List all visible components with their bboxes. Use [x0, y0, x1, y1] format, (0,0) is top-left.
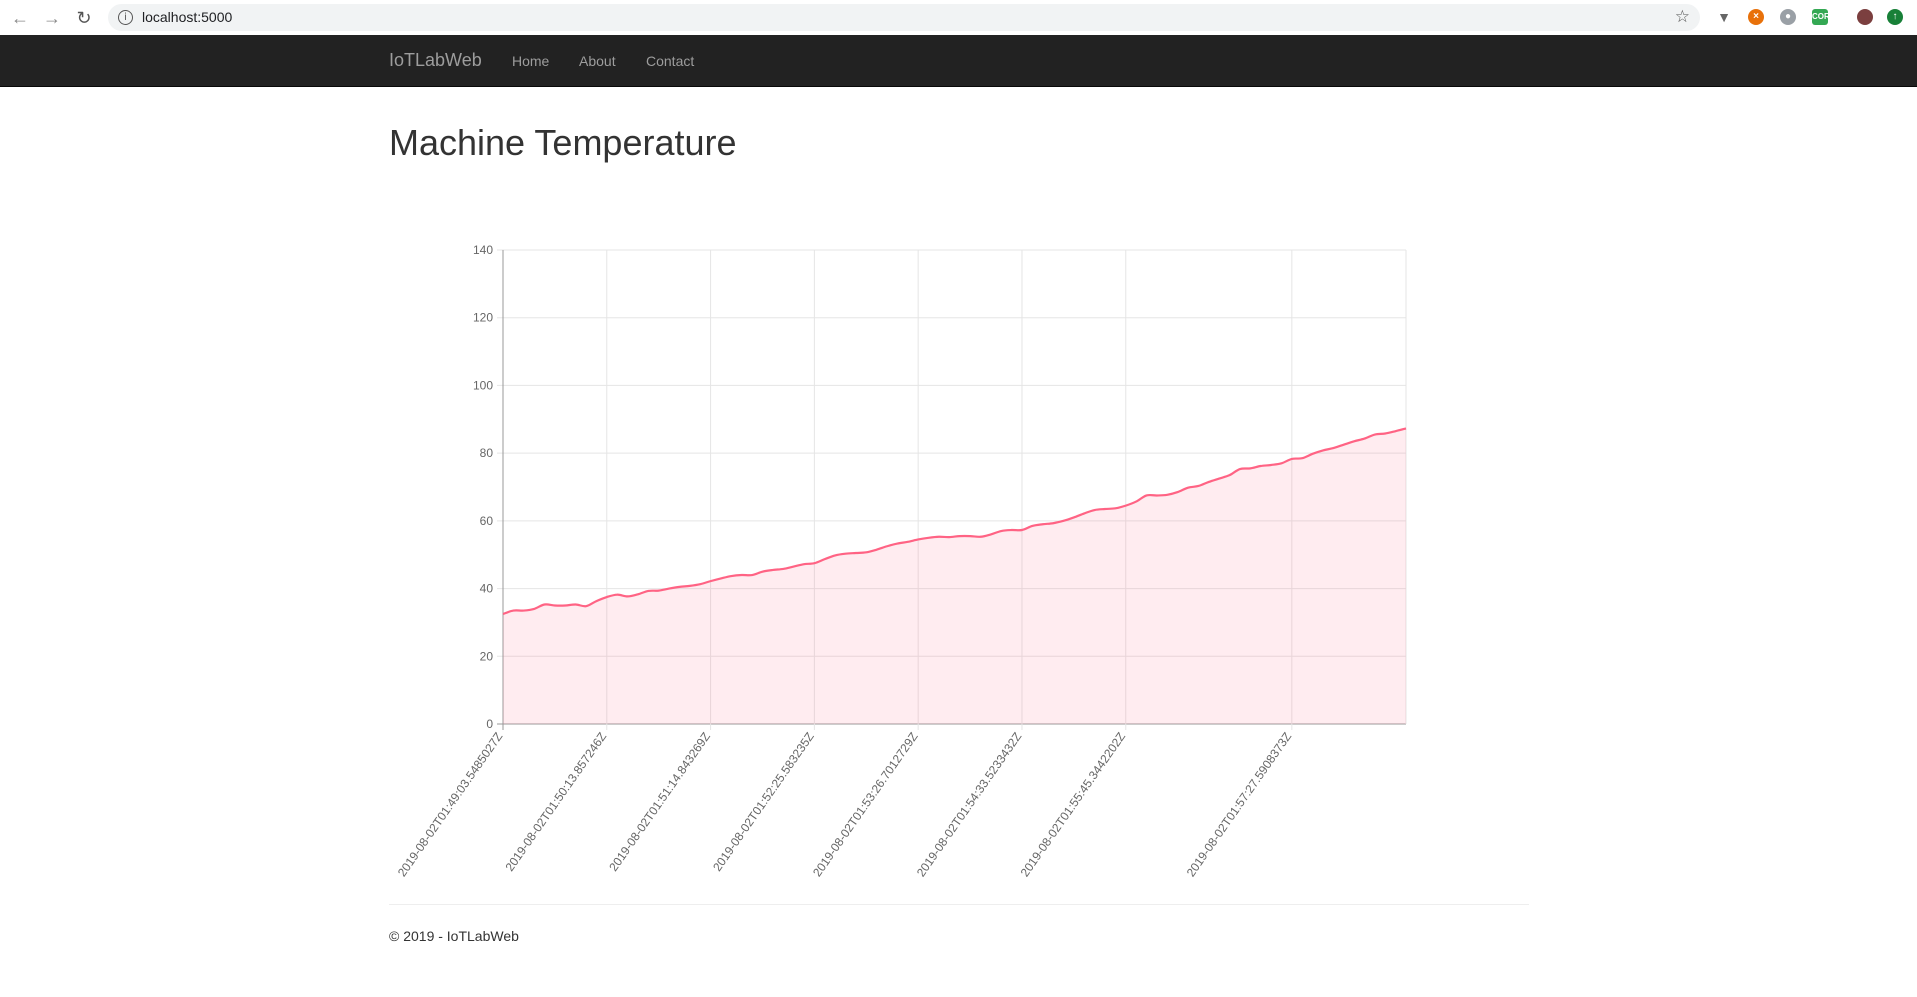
navbar-brand[interactable]: IoTLabWeb [389, 50, 482, 71]
temperature-chart-svg: 0 20 40 60 80 100 120 140 2019-08-02T01:49:03.54… [395, 243, 1407, 880]
address-bar[interactable]: i localhost:5000 ☆ [108, 4, 1700, 31]
x-tick-label: 2019-08-02T01:49:03.5485027Z [395, 730, 506, 880]
y-tick-label: 120 [473, 311, 493, 325]
bookmark-star-icon[interactable]: ☆ [1675, 7, 1690, 27]
x-tick-label: 2019-08-02T01:57:27.5908373Z [1184, 730, 1295, 880]
series-area-fill [503, 428, 1406, 724]
temperature-chart: 0 20 40 60 80 100 120 140 2019-08-02T01:49:03.54… [389, 230, 1409, 880]
y-tick-label: 140 [473, 243, 493, 257]
y-tick-label: 40 [480, 582, 494, 596]
y-tick-label: 60 [480, 514, 494, 528]
extension-orange-icon[interactable]: × [1748, 9, 1764, 25]
x-tick-label: 2019-08-02T01:52:25.583235Z [710, 730, 817, 874]
x-tick-label: 2019-08-02T01:55:45.3442202Z [1018, 730, 1129, 880]
extension-gray-icon[interactable]: ● [1780, 9, 1796, 25]
site-info-icon[interactable]: i [118, 10, 133, 25]
x-tick-label: 2019-08-02T01:51:14.843269Z [606, 730, 713, 874]
x-tick-label: 2019-08-02T01:50:13.857246Z [502, 730, 609, 874]
x-tick-label: 2019-08-02T01:54:33.5233432Z [914, 730, 1025, 880]
profile-avatar-icon[interactable] [1857, 9, 1873, 25]
update-arrow-icon[interactable]: ↑ [1887, 9, 1903, 25]
footer-copyright: © 2019 - IoTLabWeb [389, 928, 519, 944]
top-navbar: IoTLabWeb Home About Contact [0, 35, 1917, 87]
y-tick-label: 100 [473, 378, 493, 392]
reload-icon[interactable]: ↻ [72, 6, 96, 30]
back-arrow-icon[interactable]: ← [8, 6, 32, 30]
forward-arrow-icon[interactable]: → [40, 6, 64, 30]
browser-toolbar: ← → ↻ i localhost:5000 ☆ ▼ × ● CORS ↑ [0, 0, 1917, 35]
y-tick-label: 80 [480, 446, 494, 460]
x-tick-label: 2019-08-02T01:53:26.7012729Z [810, 730, 921, 880]
cors-extension-icon[interactable]: CORS [1812, 9, 1835, 25]
page-title: Machine Temperature [389, 122, 737, 163]
y-tick-label: 20 [480, 649, 494, 663]
footer-divider [389, 904, 1529, 905]
y-tick-label: 0 [486, 717, 493, 731]
vuetify-extension-icon[interactable]: ▼ [1716, 9, 1732, 25]
nav-link-about[interactable]: About [579, 53, 616, 69]
url-text: localhost:5000 [142, 9, 233, 25]
nav-link-home[interactable]: Home [512, 53, 549, 69]
nav-link-contact[interactable]: Contact [646, 53, 694, 69]
